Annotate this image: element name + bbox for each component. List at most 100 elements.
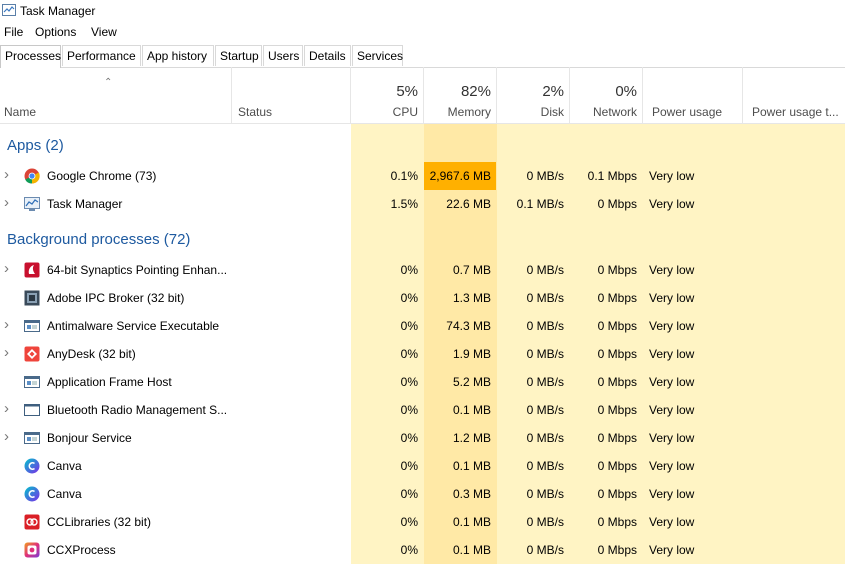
menu-view[interactable]: View [91, 25, 117, 39]
process-row[interactable]: › Task Manager 1.5% 22.6 MB 0.1 MB/s 0 Mbps Ve… [0, 190, 845, 218]
column-header-status[interactable]: Status [231, 67, 351, 123]
process-power-value: Very low [649, 319, 695, 333]
process-row[interactable]: Canva 0% 0.1 MB 0 MB/s 0 Mbps Very low [0, 452, 845, 480]
process-memory-value: 0.1 MB [452, 515, 491, 529]
group-header-background: Background processes (72) [7, 231, 191, 248]
process-name: 64-bit Synaptics Pointing Enhan... [47, 263, 228, 277]
process-power-value: Very low [649, 291, 695, 305]
process-power-value: Very low [649, 347, 695, 361]
process-memory-value: 1.9 MB [452, 347, 491, 361]
process-cpu-value: 0% [400, 487, 418, 501]
tab-details[interactable]: Details [304, 45, 351, 66]
process-row[interactable]: › 64-bit Synaptics Pointing Enhan... 0% 0.7… [0, 256, 845, 284]
title-bar: Task Manager [0, 0, 845, 22]
process-disk-value: 0 MB/s [526, 263, 564, 277]
column-header-disk[interactable]: 2% Disk [496, 67, 570, 123]
process-memory-value: 5.2 MB [452, 375, 491, 389]
cclibraries-icon [24, 514, 40, 530]
process-name: Adobe IPC Broker (32 bit) [47, 291, 185, 305]
service-window-icon [24, 430, 40, 446]
process-name: CCXProcess [47, 543, 116, 557]
process-memory-value: 1.2 MB [452, 431, 491, 445]
service-window-icon [24, 374, 40, 390]
process-memory-value: 1.3 MB [452, 291, 491, 305]
process-power-value: Very low [649, 375, 695, 389]
adobe-ipc-icon [24, 290, 40, 306]
memory-total-percent: 82% [460, 83, 491, 100]
canva-icon [24, 486, 40, 502]
process-name: Bonjour Service [47, 431, 132, 445]
process-network-value: 0 Mbps [597, 291, 637, 305]
process-name: CCLibraries (32 bit) [47, 515, 152, 529]
process-network-value: 0 Mbps [597, 375, 637, 389]
process-disk-value: 0.1 MB/s [516, 197, 564, 211]
disk-total-percent: 2% [542, 83, 564, 100]
process-name: Application Frame Host [47, 375, 172, 389]
process-cpu-value: 0% [400, 431, 418, 445]
tab-startup[interactable]: Startup [215, 45, 262, 66]
task-manager-icon [24, 196, 40, 212]
process-cpu-value: 0% [400, 459, 418, 473]
expand-chevron-icon[interactable]: › [4, 400, 9, 417]
process-memory-value: 0.1 MB [452, 403, 491, 417]
process-network-value: 0 Mbps [597, 319, 637, 333]
process-network-value: 0 Mbps [597, 487, 637, 501]
process-row[interactable]: Canva 0% 0.3 MB 0 MB/s 0 Mbps Very low [0, 480, 845, 508]
column-power-label: Power usage [652, 105, 723, 119]
process-disk-value: 0 MB/s [526, 515, 564, 529]
process-cpu-value: 0% [400, 543, 418, 557]
tab-services[interactable]: Services [352, 45, 403, 66]
synaptics-icon [24, 262, 40, 278]
process-power-value: Very low [649, 403, 695, 417]
column-header-name[interactable]: Name [0, 67, 231, 123]
process-name: Canva [47, 459, 82, 473]
process-name: Antimalware Service Executable [47, 319, 220, 333]
process-row[interactable]: › AnyDesk (32 bit) 0% 1.9 MB 0 MB/s 0 Mbps Ver… [0, 340, 845, 368]
process-memory-value: 0.3 MB [452, 487, 491, 501]
column-header-power-usage[interactable]: Power usage [642, 67, 743, 123]
tab-strip: Processes Performance App history Startu… [0, 45, 845, 68]
menu-options[interactable]: Options [35, 25, 76, 39]
process-disk-value: 0 MB/s [526, 403, 564, 417]
ccxprocess-icon [24, 542, 40, 558]
menu-file[interactable]: File [4, 25, 23, 39]
process-power-value: Very low [649, 459, 695, 473]
expand-chevron-icon[interactable]: › [4, 344, 9, 361]
process-name: Canva [47, 487, 82, 501]
canva-icon [24, 458, 40, 474]
column-name-label: Name [4, 105, 37, 119]
column-header-cpu[interactable]: 5% CPU [350, 67, 424, 123]
process-row[interactable]: › Google Chrome (73) 0.1% 2,967.6 MB 0 MB/s 0… [0, 162, 845, 190]
expand-chevron-icon[interactable]: › [4, 260, 9, 277]
process-network-value: 0 Mbps [597, 543, 637, 557]
process-memory-value: 0.1 MB [452, 459, 491, 473]
process-cpu-value: 0% [400, 375, 418, 389]
process-cpu-value: 1.5% [390, 197, 418, 211]
process-cpu-value: 0.1% [390, 169, 418, 183]
tab-performance[interactable]: Performance [62, 45, 141, 66]
tab-app-history[interactable]: App history [142, 45, 214, 66]
column-header-network[interactable]: 0% Network [569, 67, 643, 123]
column-header-row: ⌃ Name Status 5% CPU 82% Memory 2% Disk … [0, 67, 845, 124]
process-row[interactable]: CCXProcess 0% 0.1 MB 0 MB/s 0 Mbps Very low [0, 536, 845, 564]
process-network-value: 0 Mbps [597, 347, 637, 361]
process-cpu-value: 0% [400, 319, 418, 333]
expand-chevron-icon[interactable]: › [4, 428, 9, 445]
process-row[interactable]: › Bonjour Service 0% 1.2 MB 0 MB/s 0 Mbps Very… [0, 424, 845, 452]
tab-users[interactable]: Users [263, 45, 303, 66]
column-header-power-usage-trend[interactable]: Power usage t... [742, 67, 845, 123]
process-row[interactable]: Application Frame Host 0% 5.2 MB 0 MB/s 0 Mb… [0, 368, 845, 396]
expand-chevron-icon[interactable]: › [4, 194, 9, 211]
process-row[interactable]: CCLibraries (32 bit) 0% 0.1 MB 0 MB/s 0 Mbps… [0, 508, 845, 536]
process-row[interactable]: Adobe IPC Broker (32 bit) 0% 1.3 MB 0 MB/s 0… [0, 284, 845, 312]
process-cpu-value: 0% [400, 347, 418, 361]
process-name: AnyDesk (32 bit) [47, 347, 136, 361]
process-row[interactable]: › Bluetooth Radio Management S... 0% 0.1 MB… [0, 396, 845, 424]
process-row[interactable]: › Antimalware Service Executable 0% 74.3 MB… [0, 312, 845, 340]
expand-chevron-icon[interactable]: › [4, 316, 9, 333]
expand-chevron-icon[interactable]: › [4, 166, 9, 183]
column-header-memory[interactable]: 82% Memory [423, 67, 497, 123]
process-memory-value: 0.1 MB [452, 543, 491, 557]
column-network-label: Network [592, 105, 637, 119]
tab-processes[interactable]: Processes [0, 45, 61, 68]
